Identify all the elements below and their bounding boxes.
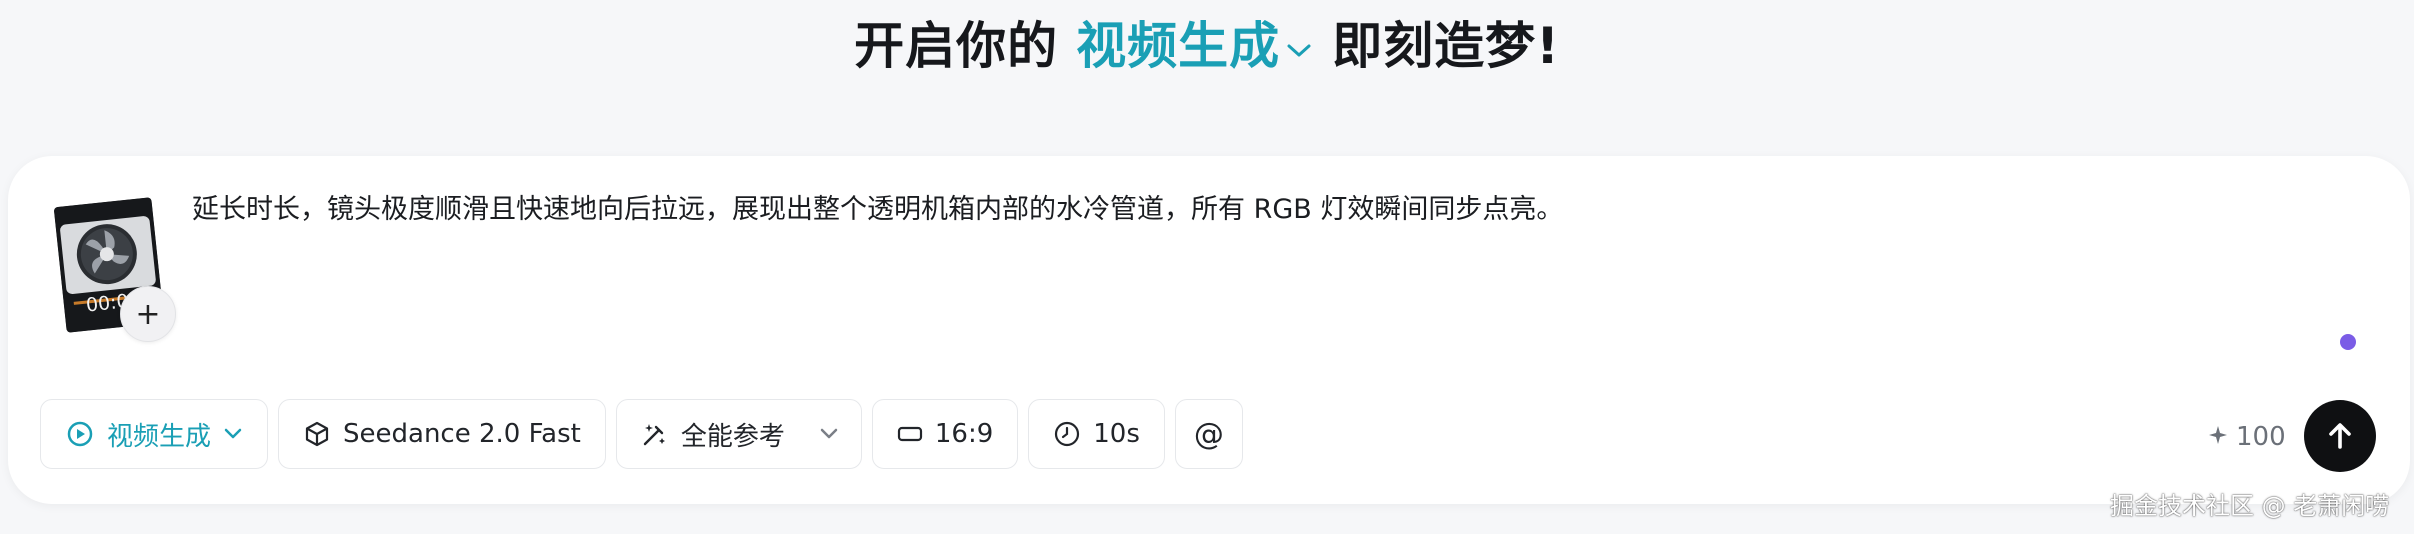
chevron-down-icon [1286, 13, 1312, 71]
reference-mode-label: 全能参考 [680, 421, 785, 452]
credits-indicator: 100 [2208, 422, 2286, 452]
credits-value: 100 [2236, 422, 2286, 452]
mode-select-label: 视频生成 [107, 421, 212, 452]
chevron-down-icon [223, 427, 243, 441]
aspect-ratio-select[interactable]: 16:9 [871, 399, 1019, 469]
aspect-ratio-icon [897, 424, 923, 444]
cube-icon [303, 420, 331, 448]
send-button[interactable] [2304, 400, 2376, 472]
page-headline: 开启你的 视频生成 即刻造梦! [0, 6, 2414, 78]
video-play-icon [65, 419, 95, 449]
add-attachment-button[interactable]: + [120, 286, 176, 342]
composer-toolbar: 视频生成 Seedance 2.0 Fast 全能参考 16:9 10s @ [40, 399, 1243, 469]
clock-icon [1053, 420, 1081, 448]
watermark: 掘金技术社区 @ 老萧闲唠 [2110, 492, 2390, 520]
status-dot [2340, 334, 2356, 350]
mention-button[interactable]: @ [1174, 399, 1243, 469]
aspect-ratio-label: 16:9 [934, 419, 994, 449]
model-select[interactable]: Seedance 2.0 Fast [278, 399, 606, 469]
arrow-up-icon [2329, 423, 2351, 449]
model-select-label: Seedance 2.0 Fast [343, 419, 581, 449]
attachment-thumbnail[interactable]: 00:0 + [48, 196, 178, 342]
chevron-down-icon [819, 427, 839, 441]
headline-suffix: 即刻造梦! [1332, 17, 1560, 75]
magic-wand-icon [641, 420, 669, 448]
sparkle-icon [2208, 422, 2228, 452]
prompt-composer: 00:0 + 延长时长，镜头极度顺滑且快速地向后拉远，展现出整个透明机箱内部的水… [8, 156, 2410, 504]
prompt-input[interactable]: 延长时长，镜头极度顺滑且快速地向后拉远，展现出整个透明机箱内部的水冷管道，所有 … [192, 190, 2272, 230]
mode-select[interactable]: 视频生成 [40, 399, 269, 469]
reference-mode-select[interactable]: 全能参考 [615, 399, 862, 469]
duration-label: 10s [1093, 419, 1140, 449]
headline-prefix: 开启你的 [854, 17, 1059, 75]
mode-switcher[interactable]: 视频生成 [1076, 6, 1332, 78]
duration-select[interactable]: 10s [1028, 399, 1165, 469]
mode-switcher-label: 视频生成 [1076, 17, 1281, 75]
